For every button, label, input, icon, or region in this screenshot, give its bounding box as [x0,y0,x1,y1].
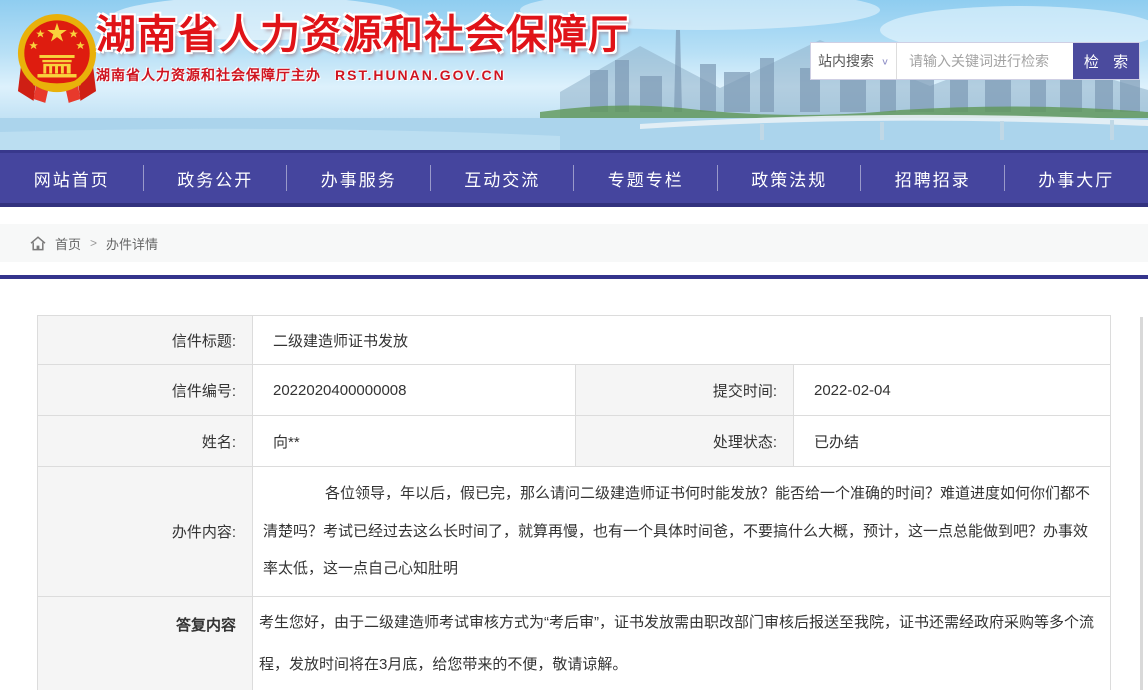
breadcrumb: 首页 > 办件详情 [0,224,1148,262]
search-button[interactable]: 检 索 [1073,43,1139,79]
nav-item-special-topics[interactable]: 专题专栏 [574,153,718,203]
letter-title-label: 信件标题: [38,316,253,365]
name-value: 向** [253,416,576,467]
nav-item-services[interactable]: 办事服务 [287,153,431,203]
table-row-content: 办件内容: 各位领导，年以后，假已完，那么请问二级建造师证书何时能发放？能否给一… [38,467,1111,597]
nav-item-home[interactable]: 网站首页 [0,153,144,203]
main-nav: 网站首页 政务公开 办事服务 互动交流 专题专栏 政策法规 招聘招录 办事大厅 [0,150,1148,207]
status-value: 已办结 [794,416,1111,467]
site-search: 站内搜索 ∨ 检 索 [810,42,1140,80]
national-emblem-logo[interactable] [16,8,98,104]
home-icon[interactable] [30,236,46,251]
table-row-letter-number: 信件编号: 2022020400000008 提交时间: 2022-02-04 [38,365,1111,416]
chevron-down-icon: ∨ [881,56,889,66]
nav-item-gov-info[interactable]: 政务公开 [144,153,288,203]
submit-time-value: 2022-02-04 [794,365,1111,416]
search-scope-label: 站内搜索 [818,51,874,71]
detail-table: 信件标题: 二级建造师证书发放 信件编号: 2022020400000008 提… [37,315,1111,690]
submit-time-label: 提交时间: [576,365,794,416]
site-subtitle: 湖南省人力资源和社会保障厅主办 RST.HUNAN.GOV.CN [96,65,629,85]
letter-title-value: 二级建造师证书发放 [253,316,1111,365]
letter-number-value: 2022020400000008 [253,365,576,416]
nav-item-service-hall[interactable]: 办事大厅 [1005,153,1148,203]
nav-item-interaction[interactable]: 互动交流 [431,153,575,203]
table-row-name-status: 姓名: 向** 处理状态: 已办结 [38,416,1111,467]
content-top-divider [0,275,1148,279]
table-row-letter-title: 信件标题: 二级建造师证书发放 [38,316,1111,365]
status-label: 处理状态: [576,416,794,467]
site-header: 湖南省人力资源和社会保障厅 湖南省人力资源和社会保障厅主办 RST.HUNAN.G… [0,0,1148,150]
site-title: 湖南省人力资源和社会保障厅 [96,13,629,57]
letter-number-label: 信件编号: [38,365,253,416]
nav-item-policies[interactable]: 政策法规 [718,153,862,203]
reply-content-value: 考生您好，由于二级建造师考试审核方式为“考后审”，证书发放需由职改部门审核后报送… [253,596,1111,690]
breadcrumb-separator: > [90,236,97,250]
search-input[interactable] [897,43,1073,79]
site-sponsor: 湖南省人力资源和社会保障厅主办 [96,67,321,83]
search-scope-select[interactable]: 站内搜索 ∨ [811,43,897,79]
site-domain: RST.HUNAN.GOV.CN [335,67,506,83]
table-row-reply-content: 答复内容 考生您好，由于二级建造师考试审核方式为“考后审”，证书发放需由职改部门… [38,596,1111,690]
nav-item-recruitment[interactable]: 招聘招录 [861,153,1005,203]
name-label: 姓名: [38,416,253,467]
breadcrumb-current: 办件详情 [106,234,158,253]
breadcrumb-home[interactable]: 首页 [55,234,81,253]
main-content: 信件标题: 二级建造师证书发放 信件编号: 2022020400000008 提… [0,315,1148,690]
scrollbar[interactable] [1140,317,1143,690]
site-identity: 湖南省人力资源和社会保障厅 湖南省人力资源和社会保障厅主办 RST.HUNAN.G… [96,13,629,85]
content-label: 办件内容: [38,467,253,597]
content-value: 各位领导，年以后，假已完，那么请问二级建造师证书何时能发放？能否给一个准确的时间… [253,467,1111,597]
reply-content-label: 答复内容 [38,596,253,690]
